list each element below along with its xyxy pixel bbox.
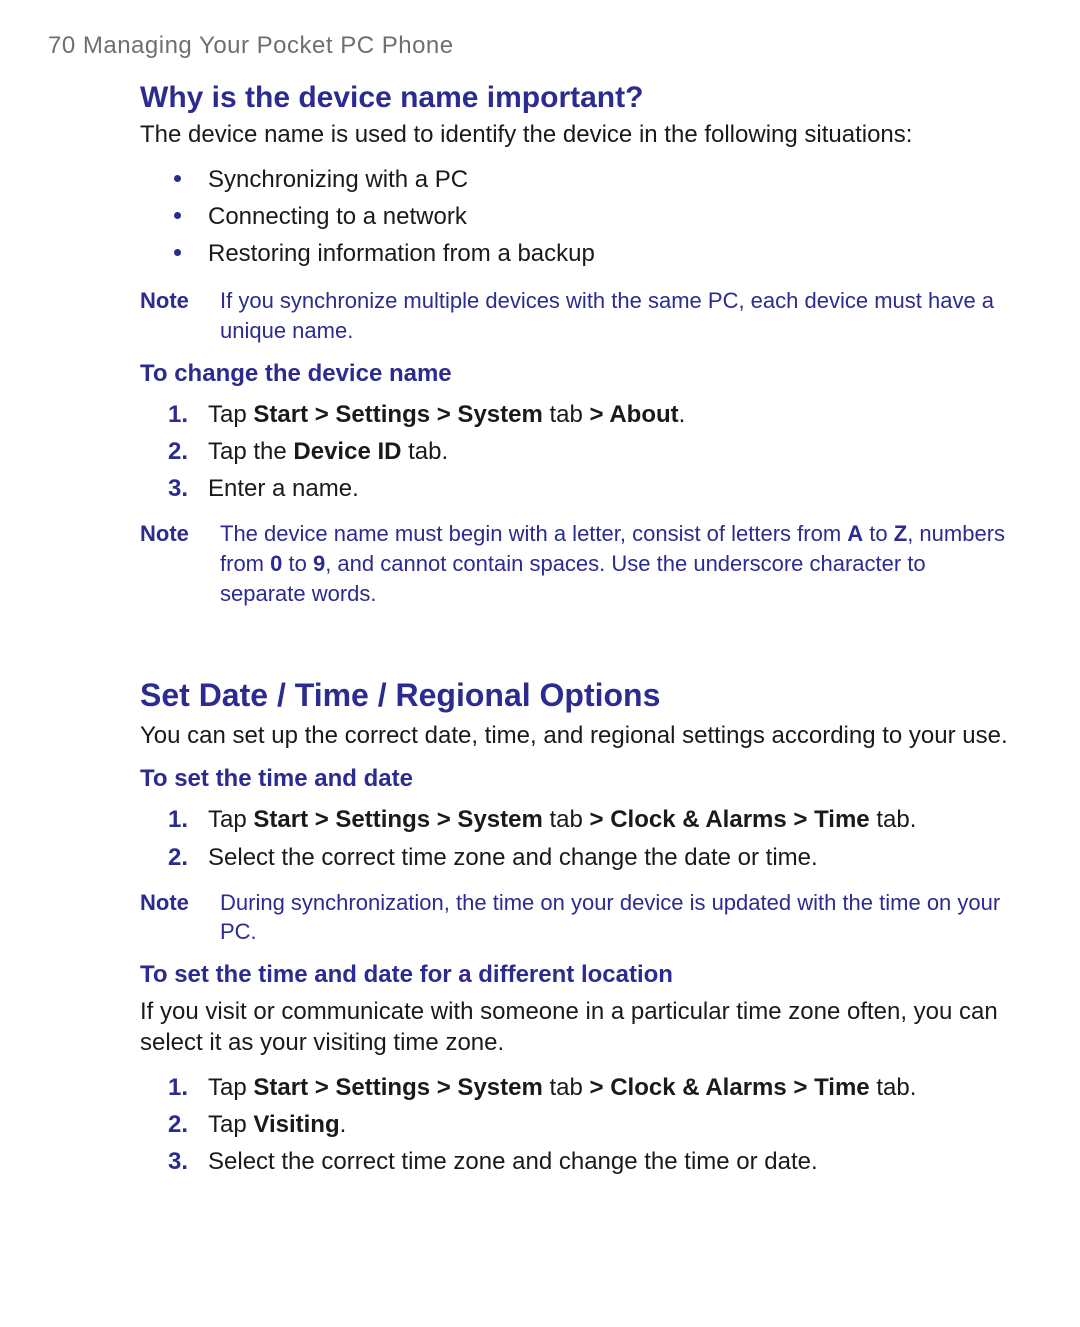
page: 70 Managing Your Pocket PC Phone Why is … bbox=[0, 0, 1080, 1327]
step-item: Tap Visiting. bbox=[168, 1106, 1016, 1143]
step-item: Tap Start > Settings > System tab > Cloc… bbox=[168, 1069, 1016, 1106]
steps-change-device-name: Tap Start > Settings > System tab > Abou… bbox=[168, 396, 1016, 508]
step-item: Tap Start > Settings > System tab > Abou… bbox=[168, 396, 1016, 433]
ui-path: > About bbox=[590, 401, 679, 428]
step-text: tab. bbox=[870, 1074, 917, 1101]
ui-path: > Clock & Alarms > Time bbox=[590, 806, 870, 833]
step-text: . bbox=[679, 401, 686, 428]
note-block-sync-time: Note During synchronization, the time on… bbox=[140, 888, 1016, 947]
step-text: . bbox=[340, 1111, 347, 1138]
step-item: Select the correct time zone and change … bbox=[168, 839, 1016, 876]
bullet-list-situations: Synchronizing with a PC Connecting to a … bbox=[174, 161, 1016, 273]
subheading-set-time-date: To set the time and date bbox=[140, 765, 1016, 793]
ui-path: Start > Settings > System bbox=[253, 401, 542, 428]
step-item: Enter a name. bbox=[168, 470, 1016, 507]
note-fragment: , and cannot contain spaces. Use the und… bbox=[220, 551, 926, 606]
steps-set-time-date-different: Tap Start > Settings > System tab > Cloc… bbox=[168, 1069, 1016, 1181]
note-label: Note bbox=[140, 888, 220, 918]
step-text: Tap bbox=[208, 1074, 253, 1101]
note-block-name-rules: Note The device name must begin with a l… bbox=[140, 519, 1016, 608]
step-item: Tap the Device ID tab. bbox=[168, 433, 1016, 470]
step-text: tab. bbox=[870, 806, 917, 833]
step-text: tab bbox=[543, 1074, 590, 1101]
note-text: If you synchronize multiple devices with… bbox=[220, 286, 1016, 345]
note-block-unique-name: Note If you synchronize multiple devices… bbox=[140, 286, 1016, 345]
step-item: Select the correct time zone and change … bbox=[168, 1143, 1016, 1180]
note-fragment: to bbox=[282, 551, 313, 576]
note-bold: A bbox=[847, 521, 863, 546]
step-item: Tap Start > Settings > System tab > Cloc… bbox=[168, 801, 1016, 838]
step-text: Tap bbox=[208, 1111, 253, 1138]
bullet-item: Synchronizing with a PC bbox=[174, 161, 1016, 198]
bullet-item: Connecting to a network bbox=[174, 198, 1016, 235]
note-fragment: to bbox=[863, 521, 894, 546]
step-text: Tap bbox=[208, 806, 253, 833]
note-bold: Z bbox=[894, 521, 907, 546]
paragraph-intro-2: You can set up the correct date, time, a… bbox=[140, 721, 1016, 752]
step-text: tab bbox=[543, 401, 590, 428]
step-text: Tap the bbox=[208, 438, 293, 465]
ui-path: Visiting bbox=[253, 1111, 339, 1138]
note-text: During synchronization, the time on your… bbox=[220, 888, 1016, 947]
running-head: 70 Managing Your Pocket PC Phone bbox=[48, 32, 1016, 60]
note-label: Note bbox=[140, 286, 220, 316]
ui-path: > Clock & Alarms > Time bbox=[590, 1074, 870, 1101]
heading-set-date-time-regional: Set Date / Time / Regional Options bbox=[140, 676, 1016, 714]
bullet-item: Restoring information from a backup bbox=[174, 235, 1016, 272]
ui-path: Start > Settings > System bbox=[253, 1074, 542, 1101]
note-bold: 9 bbox=[313, 551, 325, 576]
heading-device-name-important: Why is the device name important? bbox=[140, 80, 1016, 116]
step-text: tab bbox=[543, 806, 590, 833]
note-fragment: The device name must begin with a letter… bbox=[220, 521, 847, 546]
step-text: tab. bbox=[401, 438, 448, 465]
note-text: The device name must begin with a letter… bbox=[220, 519, 1016, 608]
page-content: Why is the device name important? The de… bbox=[140, 80, 1016, 1180]
ui-path: Start > Settings > System bbox=[253, 806, 542, 833]
paragraph-visiting-intro: If you visit or communicate with someone… bbox=[140, 997, 1016, 1058]
paragraph-intro-1: The device name is used to identify the … bbox=[140, 120, 1016, 151]
steps-set-time-date: Tap Start > Settings > System tab > Cloc… bbox=[168, 801, 1016, 875]
subheading-change-device-name: To change the device name bbox=[140, 360, 1016, 388]
ui-path: Device ID bbox=[293, 438, 401, 465]
note-bold: 0 bbox=[270, 551, 282, 576]
note-label: Note bbox=[140, 519, 220, 549]
step-text: Tap bbox=[208, 401, 253, 428]
subheading-set-time-date-different-location: To set the time and date for a different… bbox=[140, 961, 1016, 989]
